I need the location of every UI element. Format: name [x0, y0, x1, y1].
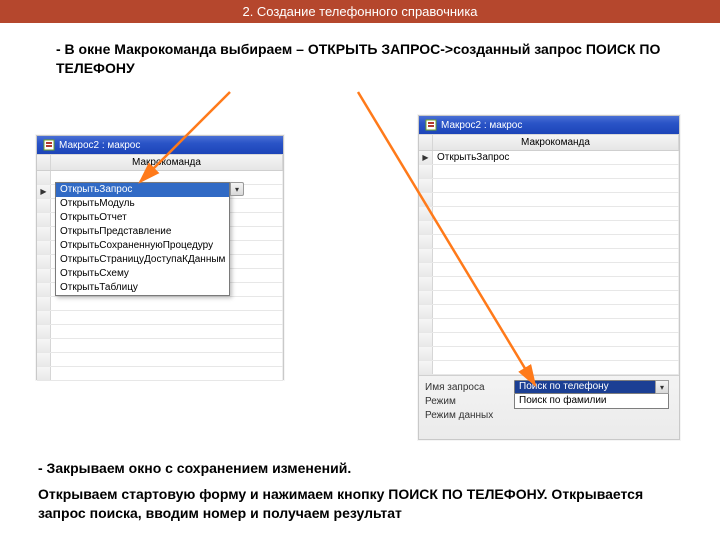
dropdown-option[interactable]: ОткрытьСхему	[56, 267, 229, 281]
prop-label-data-mode: Режим данных	[425, 410, 505, 421]
dropdown-option[interactable]: ОткрытьСохраненнуюПроцедуру	[56, 239, 229, 253]
column-header[interactable]: Макрокоманда	[433, 135, 679, 150]
dropdown-arrow-icon[interactable]: ▾	[230, 182, 244, 196]
properties-pane: Имя запроса Режим Режим данных Поиск по …	[419, 375, 679, 439]
window-title: Макрос2 : макрос	[441, 120, 522, 131]
dropdown-option[interactable]: ОткрытьТаблицу	[56, 281, 229, 295]
instruction-top: - В окне Макрокоманда выбираем – ОТКРЫТЬ…	[56, 40, 680, 78]
instruction-bottom: Открываем стартовую форму и нажимаем кно…	[38, 485, 690, 523]
dropdown-option[interactable]: ОткрытьЗапрос	[56, 183, 229, 197]
select-option[interactable]: Поиск по фамилии	[515, 394, 668, 408]
page-banner: 2. Создание телефонного справочника	[0, 0, 720, 23]
current-row-marker: ▶	[422, 153, 428, 162]
chevron-down-icon[interactable]: ▾	[655, 380, 669, 394]
current-row-marker: ▶	[40, 187, 46, 196]
select-value: Поиск по телефону	[519, 381, 609, 393]
query-name-select[interactable]: Поиск по телефону ▾ Поиск по фамилии	[514, 380, 669, 409]
column-header[interactable]: Макрокоманда	[51, 155, 283, 170]
prop-label-mode: Режим	[425, 396, 505, 407]
dropdown-option[interactable]: ОткрытьМодуль	[56, 197, 229, 211]
macro-icon	[425, 119, 437, 131]
dropdown-option[interactable]: ОткрытьПредставление	[56, 225, 229, 239]
dropdown-option[interactable]: ОткрытьСтраницуДоступаКДанным	[56, 253, 229, 267]
macro-cell[interactable]: ОткрытьЗапрос	[433, 151, 679, 164]
dropdown-option[interactable]: ОткрытьОтчет	[56, 211, 229, 225]
macro-window-right: Макрос2 : макрос Макрокоманда ▶ ОткрытьЗа…	[418, 115, 680, 440]
macro-command-dropdown[interactable]: ОткрытьЗапрос ОткрытьМодуль ОткрытьОтчет…	[55, 182, 230, 296]
titlebar[interactable]: Макрос2 : макрос	[419, 116, 679, 134]
window-title: Макрос2 : макрос	[59, 140, 140, 151]
instruction-close: - Закрываем окно с сохранением изменений…	[38, 460, 351, 476]
macro-grid: Макрокоманда ▶ ОткрытьЗапрос	[419, 134, 679, 375]
prop-label-query-name: Имя запроса	[425, 382, 505, 393]
macro-icon	[43, 139, 55, 151]
titlebar[interactable]: Макрос2 : макрос	[37, 136, 283, 154]
